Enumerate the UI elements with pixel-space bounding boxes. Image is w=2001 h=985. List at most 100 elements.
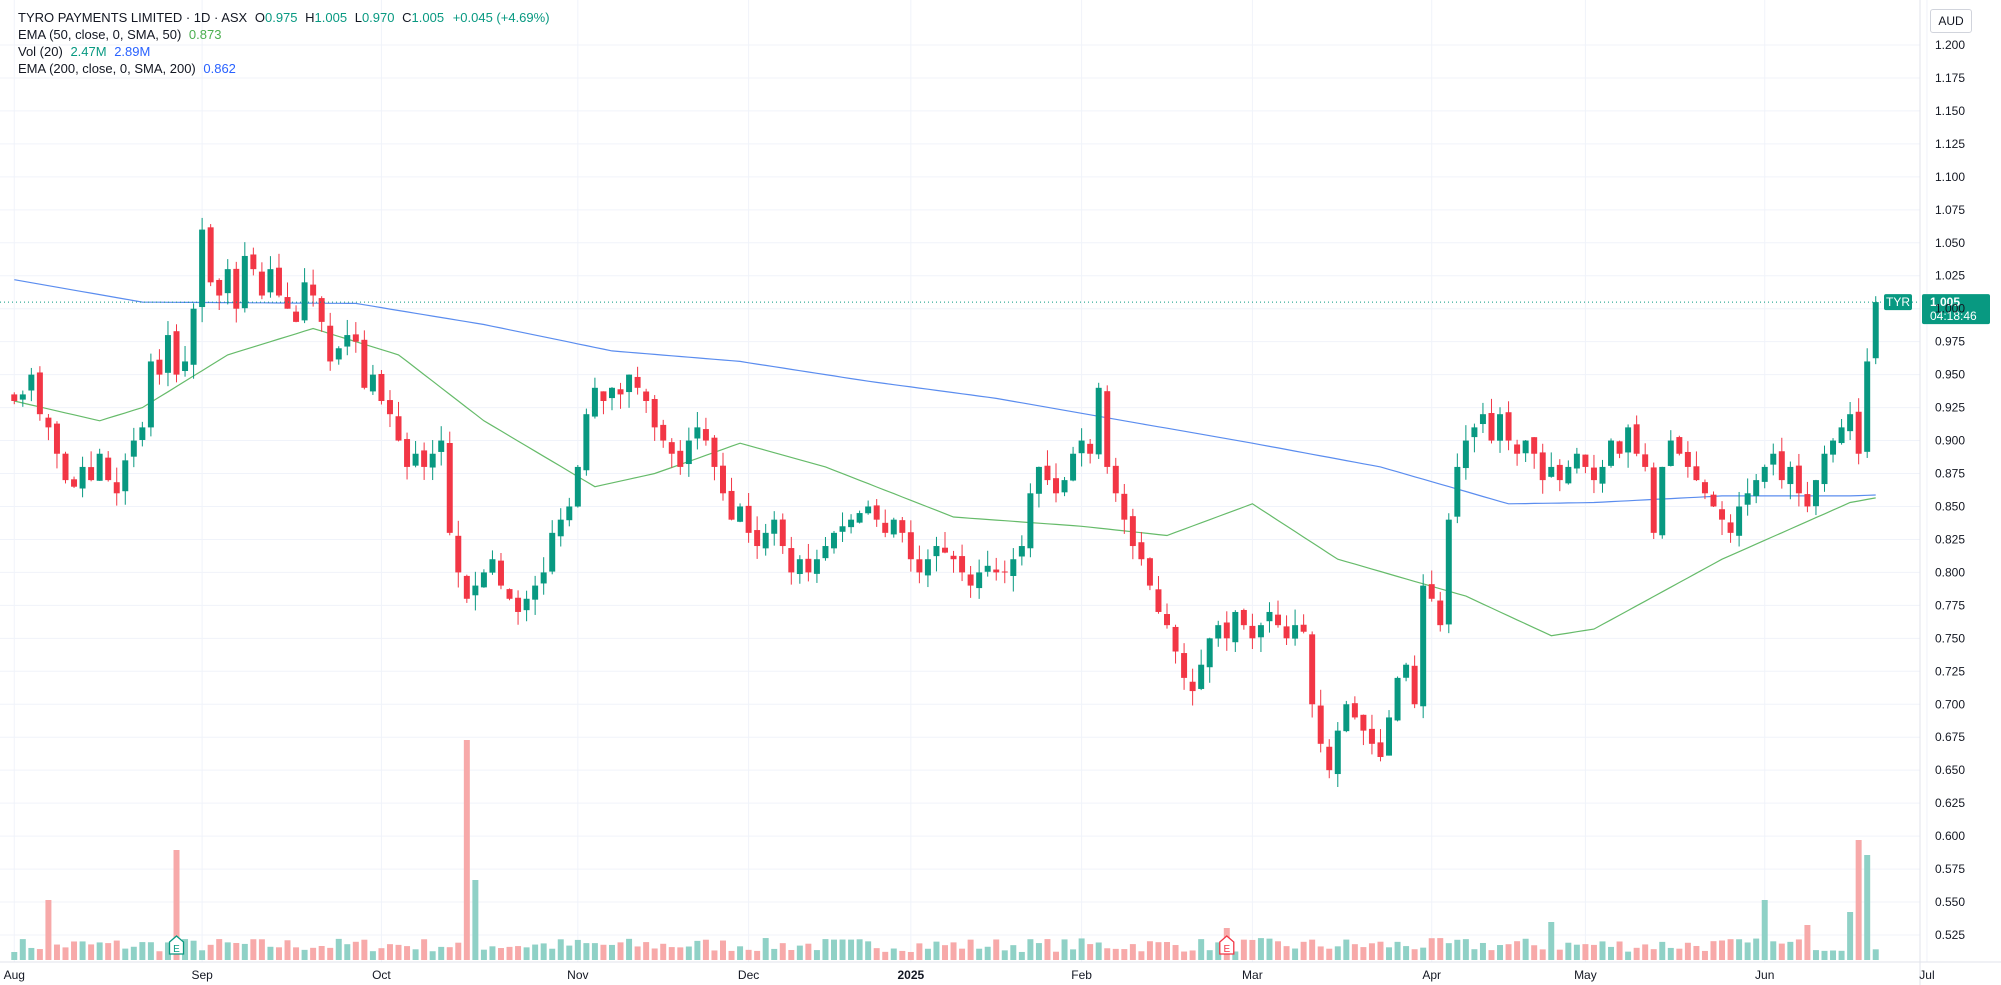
volume-bar xyxy=(335,938,342,960)
candle-body xyxy=(1411,665,1418,705)
candle-body xyxy=(361,339,368,388)
volume-bar xyxy=(1642,944,1649,960)
volume-bar xyxy=(1001,950,1008,960)
candle-body xyxy=(1223,622,1230,639)
volume-bar xyxy=(1454,939,1461,960)
candle-body xyxy=(199,229,206,308)
candle-body xyxy=(617,389,624,395)
volume-bar xyxy=(1275,941,1282,960)
volume-bar xyxy=(643,942,650,960)
volume-bar xyxy=(1838,950,1845,960)
y-tick-label: 1.050 xyxy=(1935,236,1965,250)
currency-button[interactable]: AUD xyxy=(1930,9,1972,33)
volume-bar xyxy=(446,947,453,960)
y-tick-label: 1.200 xyxy=(1935,38,1965,52)
candle-body xyxy=(796,559,803,575)
volume-bar xyxy=(907,951,914,960)
volume-bar xyxy=(1121,949,1128,960)
volume-bar xyxy=(207,944,214,960)
volume-bar xyxy=(839,939,846,960)
candle-body xyxy=(1838,427,1845,444)
x-tick-label: Nov xyxy=(567,968,588,982)
y-tick-label: 0.550 xyxy=(1935,895,1965,909)
y-tick-label: 0.650 xyxy=(1935,763,1965,777)
candle-body xyxy=(702,429,709,441)
ema200-label: EMA (200, close, 0, SMA, 200) xyxy=(18,61,196,76)
symbol-row[interactable]: TYRO PAYMENTS LIMITED · 1D · ASX O0.975 … xyxy=(18,9,550,26)
price-chart[interactable]: TYR 1.00504:18:46 1.2001.1751.1501.1251.1… xyxy=(0,0,2001,985)
y-tick-label: 1.150 xyxy=(1935,104,1965,118)
ema50-legend[interactable]: EMA (50, close, 0, SMA, 50) 0.873 xyxy=(18,26,550,43)
volume-legend[interactable]: Vol (20) 2.47M 2.89M xyxy=(18,43,550,60)
x-tick-label: Aug xyxy=(4,968,25,982)
candle-body xyxy=(105,457,112,481)
volume-bar xyxy=(455,942,462,960)
y-tick-label: 0.750 xyxy=(1935,631,1965,645)
volume-bar xyxy=(942,945,948,960)
volume-bar xyxy=(11,951,18,960)
volume-bar xyxy=(327,947,334,960)
candle-body xyxy=(839,526,846,532)
candle-body xyxy=(890,519,897,535)
ema200-legend[interactable]: EMA (200, close, 0, SMA, 200) 0.862 xyxy=(18,60,550,77)
candle-body xyxy=(1027,493,1034,549)
candle-body xyxy=(1334,730,1341,775)
candle-body xyxy=(147,361,154,428)
candle-body xyxy=(1812,480,1819,507)
volume-bar xyxy=(600,944,607,960)
volume-bar xyxy=(549,948,556,960)
volume-bar xyxy=(1018,951,1025,960)
volume-bar xyxy=(1078,938,1085,960)
earnings-marker[interactable]: E xyxy=(1219,935,1235,955)
volume-bar xyxy=(1744,942,1751,960)
volume-bar xyxy=(762,938,769,960)
volume-bar xyxy=(224,942,231,960)
volume-bar xyxy=(1309,939,1316,960)
low-value: 0.970 xyxy=(361,10,395,25)
volume-bar xyxy=(1044,939,1051,960)
volume-bar xyxy=(1181,951,1188,960)
candle-body xyxy=(1172,626,1179,652)
candle-body xyxy=(1479,414,1486,425)
volume-bar xyxy=(1249,939,1256,960)
candle-body xyxy=(1795,465,1802,494)
candle-body xyxy=(489,559,496,573)
candle-body xyxy=(386,400,393,415)
earnings-marker[interactable]: E xyxy=(168,935,185,955)
chart-container[interactable]: TYR 1.005 04:18:46 1.200 1.175 1.150 1.125 1.1… xyxy=(0,0,2001,985)
candle-body xyxy=(1497,414,1504,441)
volume-bar xyxy=(386,944,393,960)
change-value: +0.045 (+4.69%) xyxy=(452,10,550,25)
candle-body xyxy=(258,271,265,296)
x-tick-label: Jun xyxy=(1755,968,1774,982)
volume-bar xyxy=(1403,946,1410,960)
volume-bar xyxy=(1616,941,1623,960)
candle-body xyxy=(1864,361,1871,452)
candle-body xyxy=(1736,506,1743,536)
candle-body xyxy=(352,334,359,342)
y-tick-label: 0.975 xyxy=(1935,335,1965,349)
volume-bar xyxy=(984,946,991,960)
candle-body xyxy=(1095,387,1102,455)
volume-bar xyxy=(626,938,633,960)
volume-bar xyxy=(1778,943,1785,960)
y-tick-label: 1.000 xyxy=(1935,302,1965,316)
volume-bar xyxy=(1573,944,1580,960)
volume-bar xyxy=(71,941,78,960)
volume-bar xyxy=(1804,925,1811,960)
volume-bar xyxy=(685,946,692,960)
volume-bar xyxy=(532,944,539,960)
volume-bar xyxy=(523,947,530,960)
candle-body xyxy=(1078,440,1085,454)
grid xyxy=(0,0,1928,962)
candle-body xyxy=(164,335,171,373)
candle-body xyxy=(924,559,931,576)
volume-bar xyxy=(711,950,718,960)
candle-body xyxy=(267,269,274,293)
volume-bar xyxy=(53,944,60,960)
candle-body xyxy=(728,490,735,520)
candle-body xyxy=(1283,626,1290,639)
volume-bar xyxy=(1855,840,1862,960)
candle-body xyxy=(1582,454,1589,467)
candle-body xyxy=(1010,559,1017,577)
